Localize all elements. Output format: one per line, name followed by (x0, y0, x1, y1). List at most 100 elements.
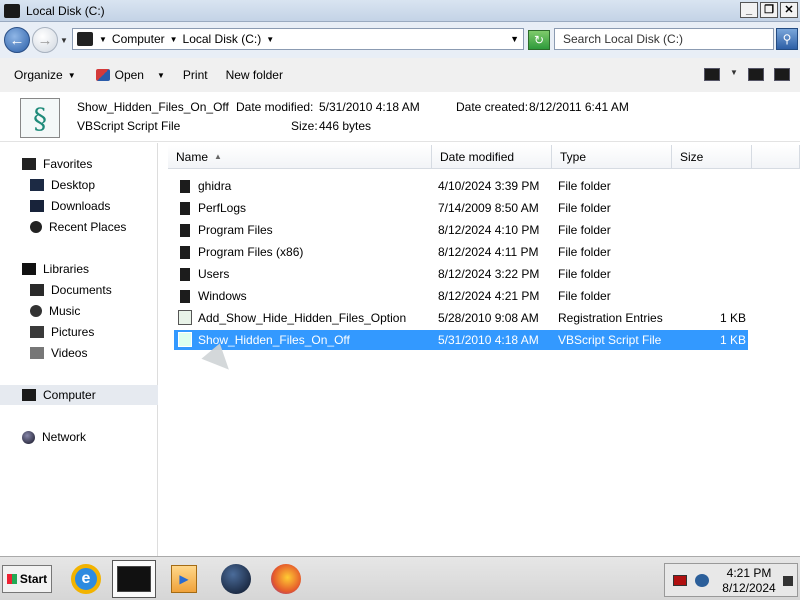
recent-places-icon (30, 221, 42, 233)
taskbar-app-sphere[interactable] (214, 560, 258, 598)
window-title: Local Disk (C:) (26, 3, 105, 18)
column-header-type[interactable]: Type (552, 145, 672, 169)
clock[interactable]: 4:21 PM 8/12/2024 (721, 566, 777, 596)
preview-pane-icon[interactable] (748, 68, 764, 81)
file-date: 7/14/2009 8:50 AM (438, 201, 539, 215)
back-button[interactable]: ← (4, 27, 30, 53)
breadcrumb-local-disk[interactable]: Local Disk (C:) (183, 32, 262, 46)
file-row[interactable]: Windows 8/12/2024 4:21 PM File folder (174, 286, 748, 306)
explorer-window-icon (4, 3, 20, 18)
show-desktop-icon[interactable] (783, 576, 793, 586)
restore-button[interactable]: ❐ (760, 2, 778, 18)
taskbar-internet-explorer[interactable]: e (64, 560, 108, 598)
open-button[interactable]: Open ▼ (90, 61, 171, 89)
desktop-icon (30, 179, 44, 191)
app-sphere-icon (221, 564, 251, 594)
sidebar-item-desktop[interactable]: Desktop (0, 175, 158, 195)
file-name: ghidra (198, 179, 232, 193)
taskbar-firefox[interactable] (264, 560, 308, 598)
sidebar-item-label: Music (49, 304, 81, 318)
pictures-icon (30, 326, 44, 338)
address-dropdown-icon[interactable]: ▼ (510, 34, 519, 44)
crumb-arrow-icon[interactable]: ▼ (170, 35, 178, 44)
favorites-icon (22, 158, 36, 170)
file-row[interactable]: ghidra 4/10/2024 3:39 PM File folder (174, 176, 748, 196)
file-name: Windows (198, 289, 247, 303)
windows-explorer-icon (117, 566, 151, 592)
file-row-selected[interactable]: Show_Hidden_Files_On_Off 5/31/2010 4:18 … (174, 330, 748, 350)
computer-icon (22, 389, 36, 401)
window-controls: _ ❐ ✕ (740, 2, 798, 18)
file-type: File folder (558, 289, 611, 303)
sidebar-item-videos[interactable]: Videos (0, 343, 158, 363)
sidebar-item-pictures[interactable]: Pictures (0, 322, 158, 342)
start-button[interactable]: Start (2, 565, 52, 593)
file-row[interactable]: Users 8/12/2024 3:22 PM File folder (174, 264, 748, 284)
file-row[interactable]: Program Files 8/12/2024 4:10 PM File fol… (174, 220, 748, 240)
volume-icon[interactable] (695, 574, 709, 587)
folder-icon (180, 202, 190, 215)
sidebar-item-recent-places[interactable]: Recent Places (0, 217, 158, 237)
navigation-pane: Favorites Desktop Downloads Recent Place… (0, 143, 158, 556)
file-name: Program Files (198, 223, 273, 237)
crumb-arrow-icon[interactable]: ▼ (266, 35, 274, 44)
file-type: Registration Entries (558, 311, 663, 325)
file-type: File folder (558, 223, 611, 237)
search-icon[interactable]: ⚲ (776, 28, 798, 50)
computer-icon (77, 32, 93, 46)
chevron-down-icon[interactable]: ▼ (730, 68, 738, 81)
internet-explorer-icon: e (71, 564, 101, 594)
title-bar: Local Disk (C:) _ ❐ ✕ (0, 0, 800, 22)
organize-label: Organize (14, 68, 63, 82)
file-name: Program Files (x86) (198, 245, 304, 259)
column-header-name[interactable]: Name ▲ (168, 145, 432, 169)
column-header-filler (752, 145, 800, 169)
minimize-button[interactable]: _ (740, 2, 758, 18)
chevron-down-icon[interactable]: ▼ (157, 71, 165, 80)
help-icon[interactable] (774, 68, 790, 81)
documents-icon (30, 284, 44, 296)
file-row[interactable]: Program Files (x86) 8/12/2024 4:11 PM Fi… (174, 242, 748, 262)
file-size: 1 KB (720, 333, 747, 347)
folder-icon (180, 246, 190, 259)
new-folder-button[interactable]: New folder (220, 61, 289, 89)
registry-file-icon (178, 310, 192, 325)
vbscript-file-icon: § (20, 98, 60, 138)
details-modified-value: 5/31/2010 4:18 AM (319, 100, 420, 114)
sidebar-item-favorites[interactable]: Favorites (0, 154, 158, 174)
details-file-name: Show_Hidden_Files_On_Off (77, 100, 229, 114)
organize-button[interactable]: Organize ▼ (8, 61, 82, 89)
change-view-icon[interactable] (704, 68, 720, 81)
sidebar-item-label: Pictures (51, 325, 95, 339)
action-center-icon[interactable] (673, 575, 687, 586)
refresh-button[interactable]: ↻ (528, 30, 550, 50)
column-name-label: Name (176, 149, 209, 164)
column-headers: Name ▲ Date modified Type Size (160, 145, 800, 169)
sidebar-item-documents[interactable]: Documents (0, 280, 158, 300)
vbscript-file-icon (178, 332, 192, 347)
breadcrumb-computer[interactable]: Computer (112, 32, 165, 46)
sidebar-item-music[interactable]: Music (0, 301, 158, 321)
taskbar-windows-explorer[interactable] (112, 560, 156, 598)
taskbar-media-player[interactable]: ▶ (162, 560, 206, 598)
address-bar[interactable]: ▼ Computer ▼ Local Disk (C:) ▼ ▼ (72, 28, 524, 50)
column-header-size[interactable]: Size (672, 145, 752, 169)
details-size-value: 446 bytes (319, 119, 372, 133)
column-header-date-modified[interactable]: Date modified (432, 145, 552, 169)
sidebar-item-libraries[interactable]: Libraries (0, 259, 158, 279)
forward-button[interactable]: → (32, 27, 58, 53)
sidebar-item-downloads[interactable]: Downloads (0, 196, 158, 216)
sidebar-item-label: Videos (51, 346, 88, 360)
open-label: Open (114, 68, 144, 82)
print-button[interactable]: Print (177, 61, 214, 89)
sidebar-item-label: Recent Places (49, 220, 127, 234)
file-row[interactable]: Add_Show_Hide_Hidden_Files_Option 5/28/2… (174, 308, 748, 328)
search-input[interactable]: Search Local Disk (C:) (554, 28, 774, 50)
file-date: 8/12/2024 4:11 PM (438, 245, 539, 259)
crumb-arrow-icon[interactable]: ▼ (99, 35, 107, 44)
recent-pages-dropdown[interactable]: ▼ (60, 36, 70, 45)
sidebar-item-network[interactable]: Network (0, 427, 158, 447)
sidebar-item-computer[interactable]: Computer (0, 385, 158, 405)
file-row[interactable]: PerfLogs 7/14/2009 8:50 AM File folder (174, 198, 748, 218)
close-button[interactable]: ✕ (780, 2, 798, 18)
